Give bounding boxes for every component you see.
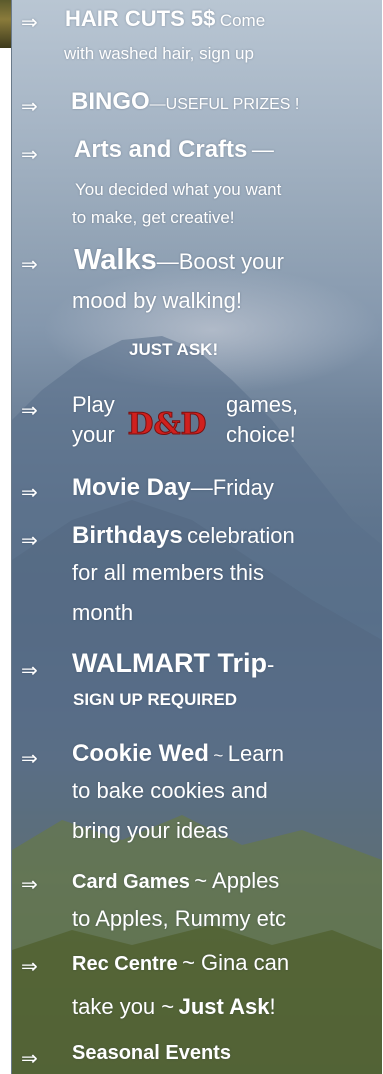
cardgames-title: Card Games — [72, 871, 190, 893]
birthdays-text-2: for all members this — [72, 560, 264, 585]
arrow-icon: ⇒ — [21, 872, 38, 896]
birthdays-title: Birthdays — [72, 522, 183, 549]
arrow-icon: ⇒ — [21, 746, 38, 770]
rec-text-4: ! — [269, 994, 276, 1019]
rec-title: Rec Centre — [72, 953, 178, 975]
cookie-title: Cookie Wed — [72, 740, 209, 767]
arrow-icon: ⇒ — [21, 10, 38, 34]
rec-text-1: ~ Gina can — [182, 950, 290, 975]
walks-just-ask: JUST ASK! — [129, 340, 219, 359]
haircuts-title: HAIR CUTS 5$ — [65, 6, 216, 31]
dnd-text-3: your — [72, 422, 115, 447]
haircuts-text-1: Come — [219, 11, 266, 30]
walks-text-1: —Boost your — [156, 249, 284, 274]
birthdays-text-1: celebration — [187, 523, 295, 548]
cardgames-text-2: to Apples, Rummy etc — [72, 906, 286, 931]
movie-title: Movie Day — [72, 474, 191, 501]
arts-text-2: You decided what you want — [75, 180, 282, 199]
dnd-logo-text: D&D — [127, 407, 206, 442]
cookie-text-4: bring your ideas — [72, 818, 229, 843]
walmart-text-1: - — [266, 652, 275, 677]
arrow-icon: ⇒ — [21, 480, 38, 504]
rec-just-ask: Just Ask — [178, 994, 270, 1019]
walks-text-2: mood by walking! — [72, 288, 242, 313]
arrow-icon: ⇒ — [21, 658, 38, 682]
arts-title: Arts and Crafts — [74, 136, 248, 163]
bingo-title: BINGO — [71, 88, 150, 115]
arts-text-3: to make, get creative! — [72, 208, 235, 227]
haircuts-text-2: with washed hair, sign up — [64, 44, 254, 63]
arts-text-1: — — [251, 137, 274, 162]
birthdays-text-3: month — [72, 600, 134, 625]
arrow-icon: ⇒ — [21, 954, 38, 978]
walmart-title: WALMART Trip — [72, 648, 267, 678]
dnd-text-4: choice! — [226, 422, 296, 447]
cookie-text-3: to bake cookies and — [72, 778, 268, 803]
arrow-icon: ⇒ — [21, 1046, 38, 1070]
movie-text-1: —Friday — [190, 475, 274, 500]
arrow-icon: ⇒ — [21, 398, 38, 422]
dnd-text-2: games, — [226, 392, 299, 417]
dnd-logo: D&D — [127, 407, 207, 443]
arrow-icon: ⇒ — [21, 252, 38, 276]
bingo-text-1: —USEFUL PRIZES ! — [149, 96, 300, 113]
cookie-text-1: ~ — [213, 746, 224, 765]
arrow-icon: ⇒ — [21, 142, 38, 166]
walmart-text-2: SIGN UP REQUIRED — [73, 690, 238, 709]
cardgames-text-1: ~ Apples — [194, 868, 280, 893]
seasonal-title: Seasonal Events — [72, 1042, 231, 1064]
arrow-icon: ⇒ — [21, 94, 38, 118]
arrow-icon: ⇒ — [21, 528, 38, 552]
rec-text-2: take you ~ — [72, 994, 175, 1019]
cookie-text-2: Learn — [227, 741, 285, 766]
walks-title: Walks — [74, 244, 157, 276]
dnd-text-1: Play — [72, 392, 115, 417]
